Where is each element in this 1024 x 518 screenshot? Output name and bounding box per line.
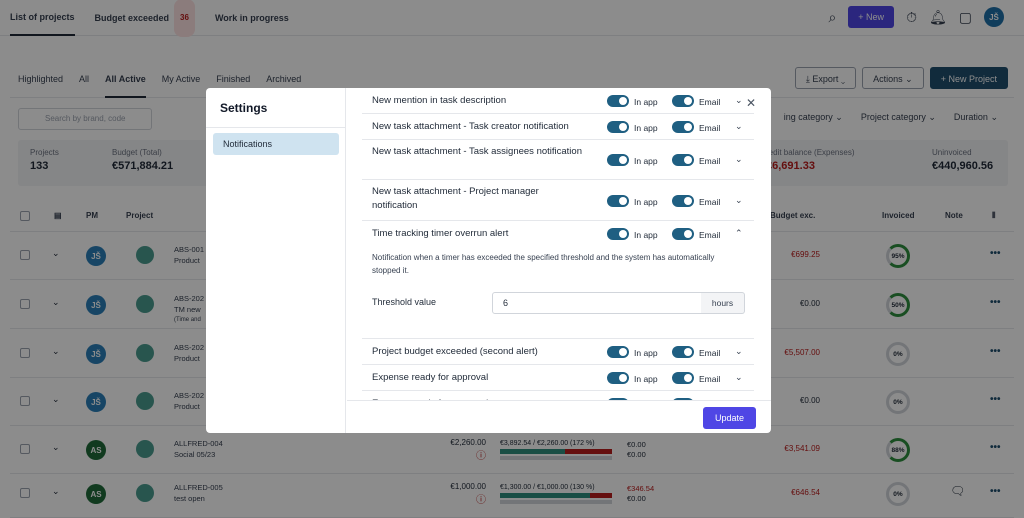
email-label: Email	[699, 348, 721, 358]
in-app-label: In app	[634, 197, 658, 207]
chevron-down-icon[interactable]: ⌄	[735, 195, 743, 206]
threshold-input[interactable]: 6	[492, 292, 702, 314]
notification-label: New task attachment - Task creator notif…	[372, 121, 569, 132]
email-toggle[interactable]	[672, 95, 694, 107]
notification-label: Time tracking timer overrun alert	[372, 228, 509, 239]
in-app-label: In app	[634, 156, 658, 166]
email-toggle[interactable]	[672, 154, 694, 166]
in-app-label: In app	[634, 97, 658, 107]
notification-row: Expense ready for approval In app Email ⌄	[362, 365, 754, 391]
in-app-toggle[interactable]	[607, 195, 629, 207]
in-app-label: In app	[634, 123, 658, 133]
modal-footer: Update	[347, 400, 771, 433]
in-app-toggle[interactable]	[607, 228, 629, 240]
in-app-label: In app	[634, 348, 658, 358]
notification-label: New task attachment - Task assignees not…	[372, 146, 582, 157]
notification-row: Time tracking timer overrun alert In app E…	[362, 221, 754, 339]
email-label: Email	[699, 123, 721, 133]
settings-sidebar: Settings Notifications	[206, 88, 346, 433]
notifications-list: Expense ready for approvalIn appEmail⌄Ex…	[347, 88, 771, 400]
in-app-toggle[interactable]	[607, 346, 629, 358]
in-app-toggle[interactable]	[607, 154, 629, 166]
chevron-up-icon[interactable]: ⌃	[735, 228, 743, 239]
email-toggle[interactable]	[672, 228, 694, 240]
notification-label: Project budget exceeded (second alert)	[372, 346, 538, 357]
chevron-down-icon[interactable]: ⌄	[735, 372, 743, 383]
email-label: Email	[699, 374, 721, 384]
divider	[206, 127, 346, 128]
email-toggle[interactable]	[672, 195, 694, 207]
in-app-label: In app	[634, 230, 658, 240]
settings-modal: Settings Notifications ✕ Expense ready f…	[206, 88, 771, 433]
notification-row: New task attachment - Task assignees not…	[362, 140, 754, 180]
email-toggle[interactable]	[672, 121, 694, 133]
email-label: Email	[699, 197, 721, 207]
nav-notifications[interactable]: Notifications	[213, 133, 339, 155]
notification-row: New task attachment - Project manager no…	[362, 180, 754, 221]
notification-row: New mention in task description In app Ema…	[362, 88, 754, 114]
threshold-unit: hours	[701, 292, 745, 314]
chevron-down-icon[interactable]: ⌄	[735, 121, 743, 132]
modal-title: Settings	[220, 101, 268, 115]
update-button[interactable]: Update	[703, 407, 756, 429]
notification-row: Expense ready for approvalIn appEmail⌄	[362, 391, 754, 400]
notification-label: New mention in task description	[372, 95, 507, 106]
notification-row: New task attachment - Task creator notif…	[362, 114, 754, 140]
in-app-toggle[interactable]	[607, 121, 629, 133]
threshold-label: Threshold value	[372, 297, 437, 307]
setting-description: Notification when a timer has exceeded t…	[372, 253, 715, 275]
email-toggle[interactable]	[672, 372, 694, 384]
email-label: Email	[699, 156, 721, 166]
email-label: Email	[699, 230, 721, 240]
email-toggle[interactable]	[672, 346, 694, 358]
in-app-toggle[interactable]	[607, 95, 629, 107]
chevron-down-icon[interactable]: ⌄	[735, 95, 743, 106]
notification-label: New task attachment - Project manager no…	[372, 186, 539, 211]
in-app-label: In app	[634, 374, 658, 384]
chevron-down-icon[interactable]: ⌄	[735, 346, 743, 357]
email-label: Email	[699, 97, 721, 107]
notification-row: Project budget exceeded (second alert) In…	[362, 339, 754, 365]
chevron-down-icon[interactable]: ⌄	[735, 154, 743, 165]
notification-label: Expense ready for approval	[372, 372, 489, 383]
in-app-toggle[interactable]	[607, 372, 629, 384]
